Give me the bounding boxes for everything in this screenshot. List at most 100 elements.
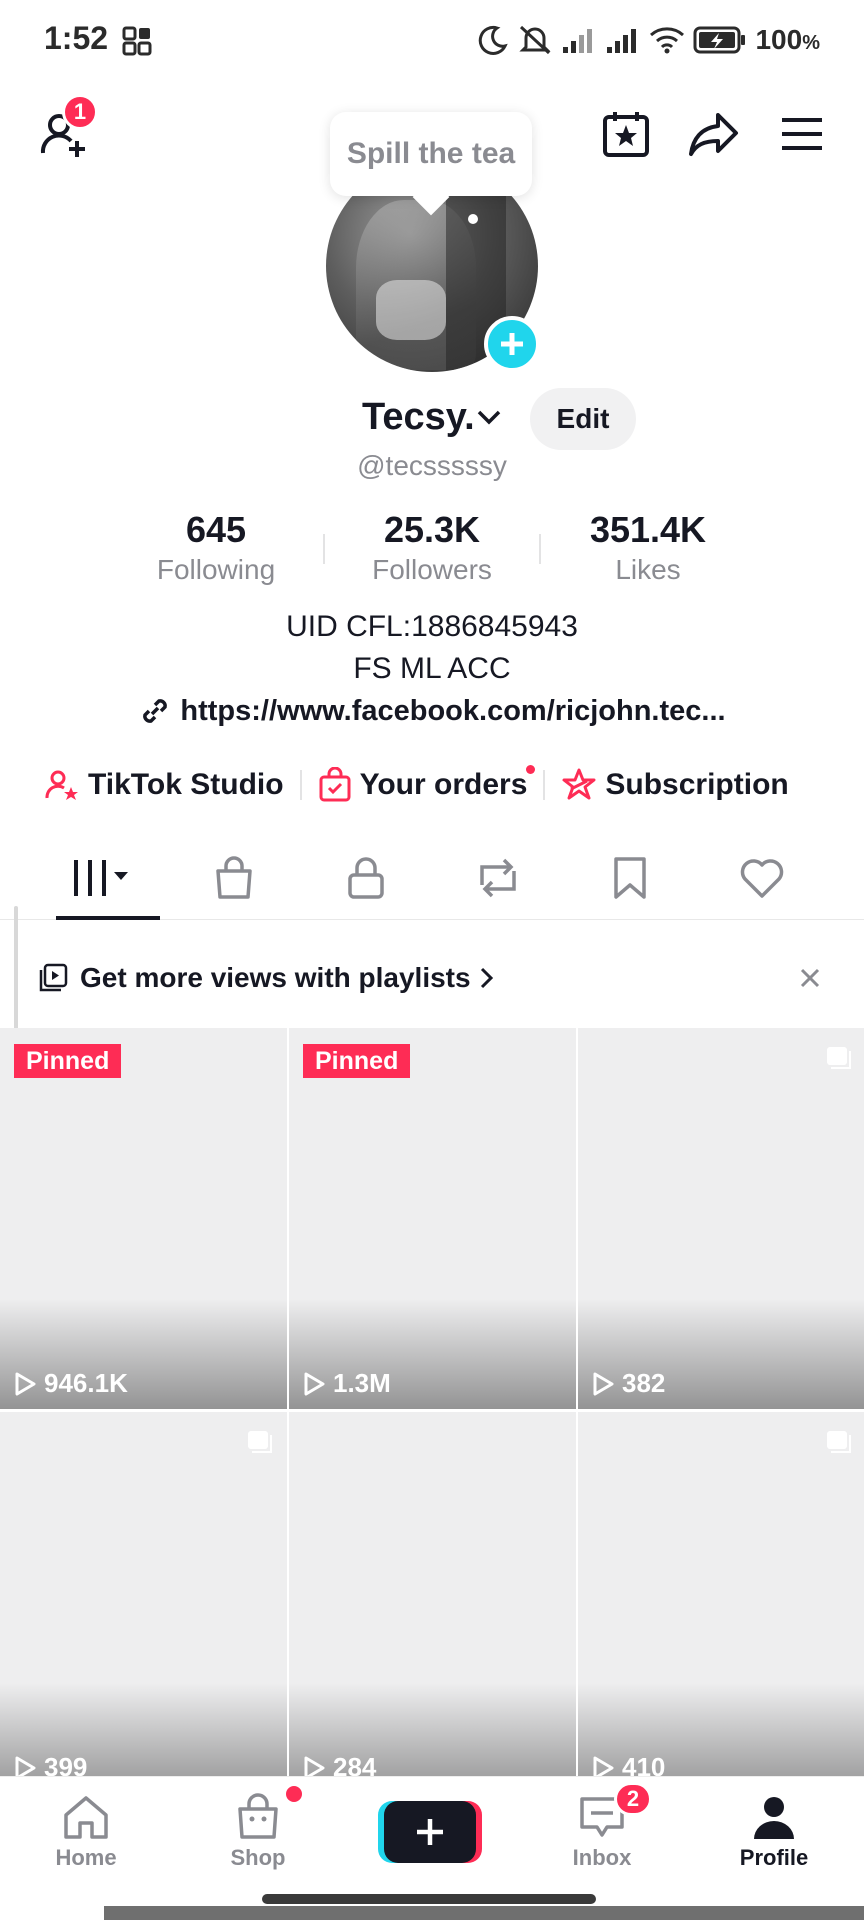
home-icon (64, 1796, 108, 1839)
bio-link-text[interactable]: https://www.facebook.com/ricjohn.tec... (180, 695, 725, 728)
profile-tabs (0, 836, 864, 920)
video-grid: Pinned 946.1K Pinned 1.3M 382 399 284 41… (0, 1028, 864, 1776)
bookmark-icon (614, 857, 646, 899)
status-time: 1:52 (44, 20, 109, 56)
profile-person-icon (754, 1797, 794, 1839)
active-tab-indicator (56, 916, 160, 920)
view-count-text: 382 (622, 1368, 666, 1398)
multi-photo-icon (827, 1047, 851, 1069)
display-name[interactable]: Tecsy. (362, 396, 475, 439)
tab-liked[interactable] (696, 836, 828, 920)
signal-icon (607, 29, 637, 53)
play-icon (593, 1756, 614, 1776)
playlist-banner[interactable]: Get more views with playlists (0, 930, 864, 1026)
view-count: 399 (12, 1752, 87, 1776)
friend-request-badge: 1 (62, 94, 98, 130)
play-icon (593, 1372, 614, 1395)
note-tooltip[interactable]: Spill the tea (330, 112, 532, 196)
stat-followers[interactable]: 25.3K Followers (334, 508, 530, 588)
stat-likes[interactable]: 351.4K Likes (550, 508, 746, 588)
subscription-star-icon (562, 768, 596, 800)
video-thumbnail[interactable]: 410 (578, 1412, 864, 1776)
calendar-star-icon (603, 112, 649, 157)
play-icon (15, 1372, 36, 1395)
chevron-down-icon[interactable] (476, 408, 502, 426)
status-bar: 1:52 100% (0, 0, 864, 80)
view-count-text: 946.1K (44, 1368, 128, 1398)
battery-percent: 100% (755, 24, 820, 55)
status-icons: 100% (477, 18, 820, 62)
system-bar (104, 1906, 864, 1920)
create-button[interactable] (384, 1801, 476, 1863)
divider (299, 770, 302, 800)
moon-icon (479, 25, 509, 55)
stat-label: Likes (615, 554, 681, 585)
play-icon (304, 1372, 325, 1395)
view-count: 284 (301, 1752, 376, 1776)
stat-label: Following (156, 554, 276, 585)
subscription-link[interactable]: Subscription (561, 767, 789, 803)
tab-private[interactable] (300, 836, 432, 920)
nav-label: Inbox (572, 1845, 632, 1870)
signal-icon (563, 29, 593, 53)
home-indicator[interactable] (262, 1894, 596, 1904)
repost-icon (480, 858, 516, 898)
stat-following[interactable]: 645 Following (118, 508, 314, 588)
multi-photo-icon (827, 1431, 851, 1453)
add-friend-button[interactable]: 1 (30, 94, 100, 170)
play-icon (304, 1756, 325, 1776)
tooltip-dot (468, 214, 478, 224)
video-thumbnail[interactable]: Pinned 946.1K (0, 1028, 287, 1409)
tiktok-studio-link[interactable]: TikTok Studio (44, 767, 284, 803)
app-grid-icon (122, 26, 152, 56)
nav-home[interactable]: Home (0, 1777, 172, 1887)
hamburger-menu-icon (782, 118, 822, 150)
video-thumbnail[interactable]: Pinned 1.3M (289, 1028, 576, 1409)
nav-profile[interactable]: Profile (688, 1777, 860, 1887)
share-arrow-icon (689, 113, 738, 156)
view-count: 410 (590, 1752, 665, 1776)
share-profile-button[interactable] (684, 104, 744, 164)
plus-icon (501, 333, 523, 355)
close-icon[interactable] (796, 964, 824, 992)
quick-link-label: Subscription (605, 768, 789, 801)
tab-videos[interactable] (36, 836, 168, 920)
inbox-badge: 2 (614, 1782, 652, 1816)
view-count: 1.3M (301, 1368, 391, 1399)
nav-shop[interactable]: Shop (172, 1777, 344, 1887)
tab-favorites[interactable] (564, 836, 696, 920)
view-count: 946.1K (12, 1368, 128, 1399)
bio-link[interactable]: https://www.facebook.com/ricjohn.tec... (0, 694, 864, 728)
view-count-text: 1.3M (333, 1368, 391, 1398)
edit-profile-button[interactable]: Edit (530, 388, 636, 450)
calendar-button[interactable] (596, 104, 656, 164)
menu-button[interactable] (772, 104, 832, 164)
profile-stats: 645 Following 25.3K Followers 351.4K Lik… (118, 508, 746, 588)
chevron-right-icon (480, 967, 493, 989)
nav-label: Home (55, 1845, 117, 1870)
bottom-nav: Home Shop Inbox Profile (0, 1776, 864, 1886)
add-story-button[interactable] (484, 316, 540, 372)
name-row: Tecsy. Edit (0, 388, 864, 450)
lock-icon (348, 857, 384, 899)
multi-photo-icon (248, 1431, 272, 1453)
tab-reposts[interactable] (432, 836, 564, 920)
shopping-bag-check-icon (319, 767, 351, 802)
nav-inbox[interactable]: Inbox (516, 1777, 688, 1887)
view-count-text: 399 (44, 1752, 88, 1776)
heart-icon (740, 859, 784, 898)
play-icon (15, 1756, 36, 1776)
video-thumbnail[interactable]: 382 (578, 1028, 864, 1409)
grid-columns-icon (74, 860, 128, 896)
bio-line: UID CFL:1886845943 (286, 610, 578, 643)
tab-shop[interactable] (168, 836, 300, 920)
playlist-banner-text: Get more views with playlists (80, 962, 471, 993)
nav-create[interactable] (344, 1777, 516, 1887)
your-orders-link[interactable]: Your orders (318, 765, 536, 803)
wifi-icon (650, 27, 685, 54)
video-thumbnail[interactable]: 399 (0, 1412, 287, 1776)
video-thumbnail[interactable]: 284 (289, 1412, 576, 1776)
muted-bell-icon (519, 25, 552, 55)
battery-charging-icon (693, 26, 746, 54)
pinned-badge: Pinned (303, 1044, 411, 1078)
